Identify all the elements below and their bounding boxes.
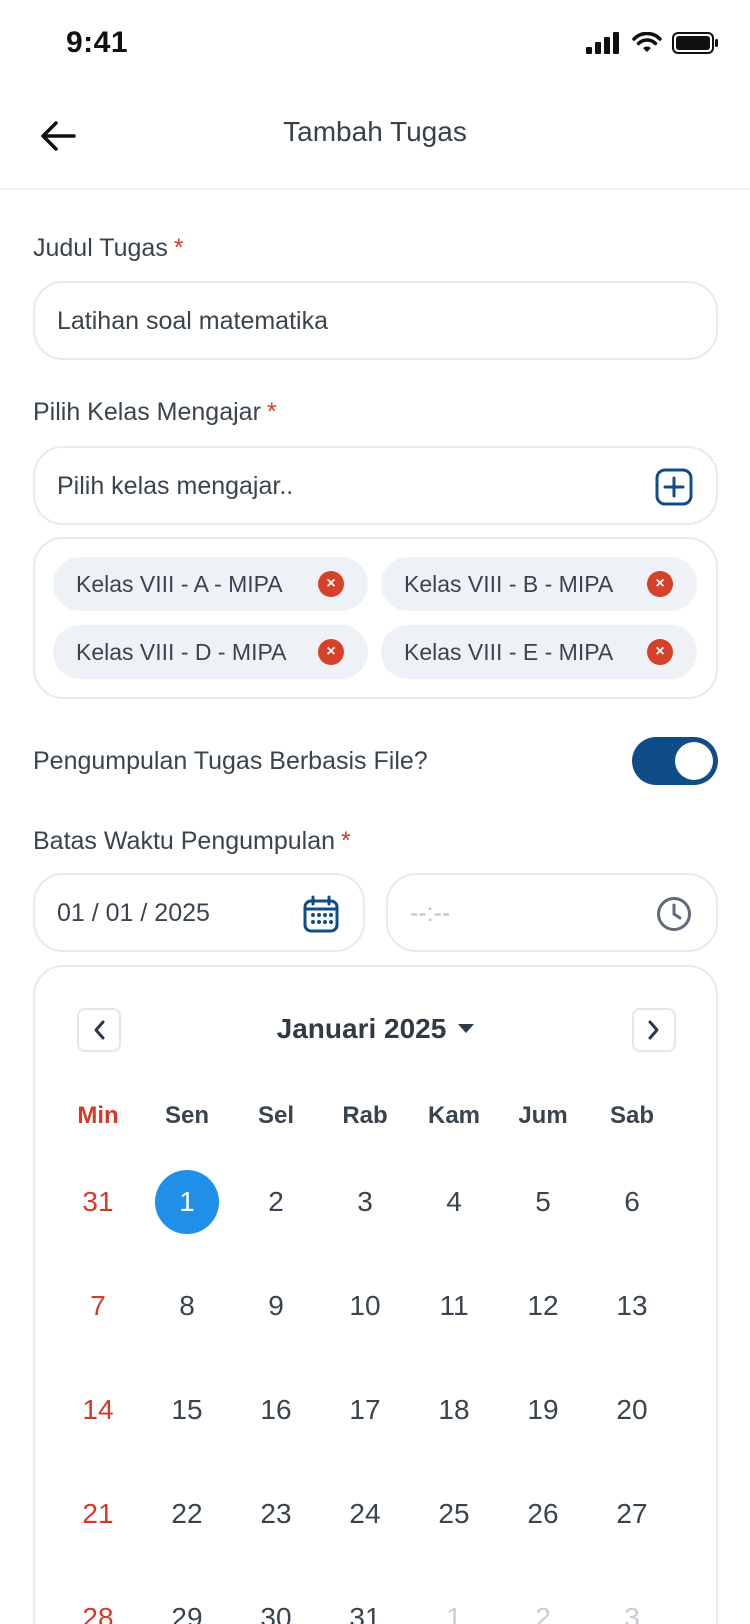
- remove-chip-icon[interactable]: ×: [647, 639, 673, 665]
- month-selector[interactable]: Januari 2025: [35, 1013, 716, 1045]
- calendar-day[interactable]: 1: [422, 1586, 486, 1624]
- calendar-day[interactable]: 29: [155, 1586, 219, 1624]
- title-input[interactable]: Latihan soal matematika: [33, 281, 718, 360]
- calendar-day-selected[interactable]: 1: [155, 1170, 219, 1234]
- deadline-label: Batas Waktu Pengumpulan *: [33, 827, 351, 856]
- class-chip: Kelas VIII - B - MIPA ×: [381, 557, 697, 611]
- calendar-day[interactable]: 21: [66, 1482, 130, 1546]
- calendar-day[interactable]: 3: [333, 1170, 397, 1234]
- class-chip: Kelas VIII - E - MIPA ×: [381, 625, 697, 679]
- calendar-day[interactable]: 27: [600, 1482, 664, 1546]
- calendar-day[interactable]: 10: [333, 1274, 397, 1338]
- calendar-day[interactable]: 5: [511, 1170, 575, 1234]
- toggle-knob: [675, 742, 713, 780]
- caret-down-icon: [458, 1024, 475, 1034]
- calendar-icon[interactable]: [303, 895, 339, 933]
- calendar-day[interactable]: 14: [66, 1378, 130, 1442]
- time-input[interactable]: --:--: [386, 873, 718, 952]
- calendar-day[interactable]: 2: [511, 1586, 575, 1624]
- required-mark: *: [173, 234, 184, 262]
- chevron-right-icon: [648, 1020, 659, 1040]
- page-title: Tambah Tugas: [283, 116, 467, 147]
- calendar-day[interactable]: 28: [66, 1586, 130, 1624]
- calendar-day[interactable]: 19: [511, 1378, 575, 1442]
- calendar-day[interactable]: 8: [155, 1274, 219, 1338]
- calendar-day[interactable]: 22: [155, 1482, 219, 1546]
- class-select[interactable]: Pilih kelas mengajar..: [33, 446, 718, 525]
- calendar-day[interactable]: 20: [600, 1378, 664, 1442]
- weekday-label: Min: [77, 1102, 119, 1129]
- month-label: Januari 2025: [276, 1013, 447, 1044]
- plus-square-icon: [655, 468, 693, 506]
- calendar-day[interactable]: 3: [600, 1586, 664, 1624]
- clock-icon[interactable]: [656, 896, 692, 932]
- weekday-label: Sab: [609, 1102, 654, 1129]
- battery-icon: [672, 32, 718, 54]
- cellular-signal-icon: [586, 32, 619, 54]
- file-submission-toggle[interactable]: [632, 737, 718, 785]
- status-icons: [586, 32, 720, 54]
- calendar-day[interactable]: 25: [422, 1482, 486, 1546]
- status-bar: 9:41: [0, 0, 750, 92]
- title-input-value: Latihan soal matematika: [57, 307, 328, 335]
- class-chip-label: Kelas VIII - D - MIPA: [76, 638, 287, 665]
- time-input-placeholder: --:--: [410, 899, 451, 927]
- class-select-placeholder: Pilih kelas mengajar..: [57, 472, 294, 500]
- calendar-day[interactable]: 11: [422, 1274, 486, 1338]
- calendar-day[interactable]: 7: [66, 1274, 130, 1338]
- class-chip-label: Kelas VIII - E - MIPA: [404, 638, 614, 665]
- selected-classes: Kelas VIII - A - MIPA × Kelas VIII - B -…: [33, 537, 718, 699]
- calendar-day[interactable]: 4: [422, 1170, 486, 1234]
- class-chip-label: Kelas VIII - B - MIPA: [404, 570, 614, 597]
- calendar-day[interactable]: 30: [244, 1586, 308, 1624]
- calendar-day[interactable]: 23: [244, 1482, 308, 1546]
- weekday-label: Jum: [518, 1102, 568, 1129]
- calendar-day[interactable]: 18: [422, 1378, 486, 1442]
- calendar-day[interactable]: 15: [155, 1378, 219, 1442]
- class-chip: Kelas VIII - A - MIPA ×: [53, 557, 368, 611]
- class-chip-label: Kelas VIII - A - MIPA: [76, 570, 283, 597]
- calendar-day[interactable]: 16: [244, 1378, 308, 1442]
- class-chip: Kelas VIII - D - MIPA ×: [53, 625, 368, 679]
- date-input-value: 01 / 01 / 2025: [57, 899, 210, 927]
- class-field-label: Pilih Kelas Mengajar *: [33, 398, 277, 427]
- app-header: Tambah Tugas: [0, 92, 750, 190]
- weekday-label: Sel: [257, 1102, 295, 1129]
- deadline-label-text: Batas Waktu Pengumpulan: [33, 827, 336, 855]
- status-time: 9:41: [66, 26, 129, 59]
- wifi-icon: [632, 32, 662, 52]
- weekday-label: Kam: [427, 1102, 481, 1129]
- calendar-day[interactable]: 31: [333, 1586, 397, 1624]
- calendar-day[interactable]: 2: [244, 1170, 308, 1234]
- add-class-button[interactable]: [655, 468, 693, 506]
- date-picker-calendar: Januari 2025 Min Sen Sel Rab Kam Jum Sab 31 1 2 3…: [33, 965, 718, 1624]
- title-field-label-text: Judul Tugas: [33, 234, 168, 262]
- file-toggle-label: Pengumpulan Tugas Berbasis File?: [33, 747, 428, 775]
- weekday-label: Rab: [342, 1102, 388, 1129]
- title-field-label: Judul Tugas *: [33, 234, 184, 263]
- required-mark: *: [266, 398, 277, 426]
- calendar-day[interactable]: 26: [511, 1482, 575, 1546]
- calendar-day[interactable]: 6: [600, 1170, 664, 1234]
- next-month-button[interactable]: [632, 1008, 676, 1052]
- calendar-day[interactable]: 24: [333, 1482, 397, 1546]
- calendar-day[interactable]: 9: [244, 1274, 308, 1338]
- required-mark: *: [341, 827, 351, 855]
- date-input[interactable]: 01 / 01 / 2025: [33, 873, 365, 952]
- calendar-day[interactable]: 12: [511, 1274, 575, 1338]
- calendar-day[interactable]: 31: [66, 1170, 130, 1234]
- remove-chip-icon[interactable]: ×: [318, 639, 344, 665]
- remove-chip-icon[interactable]: ×: [318, 571, 344, 597]
- calendar-day[interactable]: 17: [333, 1378, 397, 1442]
- class-field-label-text: Pilih Kelas Mengajar: [33, 398, 261, 426]
- calendar-day[interactable]: 13: [600, 1274, 664, 1338]
- weekday-label: Sen: [164, 1102, 209, 1129]
- remove-chip-icon[interactable]: ×: [647, 571, 673, 597]
